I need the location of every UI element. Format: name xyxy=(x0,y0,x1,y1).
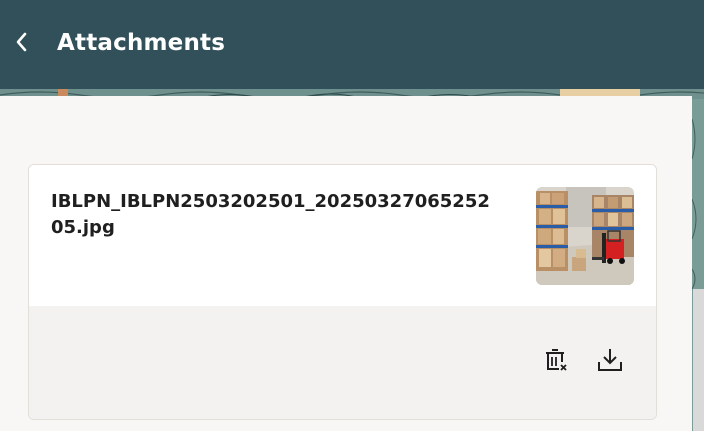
download-button[interactable] xyxy=(596,348,624,376)
delete-icon xyxy=(544,347,568,377)
attachment-card-header: IBLPN_IBLPN2503202501_2025032706525205.j… xyxy=(29,165,656,306)
download-icon xyxy=(597,347,623,377)
delete-button[interactable] xyxy=(542,348,570,376)
scrollbar[interactable] xyxy=(693,289,704,431)
back-button[interactable] xyxy=(8,29,36,59)
attachment-file-name[interactable]: IBLPN_IBLPN2503202501_2025032706525205.j… xyxy=(51,189,501,241)
attachment-card: IBLPN_IBLPN2503202501_2025032706525205.j… xyxy=(28,164,657,420)
app-header: Attachments xyxy=(0,0,704,89)
chevron-left-icon xyxy=(15,32,29,56)
attachment-thumbnail[interactable] xyxy=(536,187,634,285)
page-title: Attachments xyxy=(57,30,226,56)
